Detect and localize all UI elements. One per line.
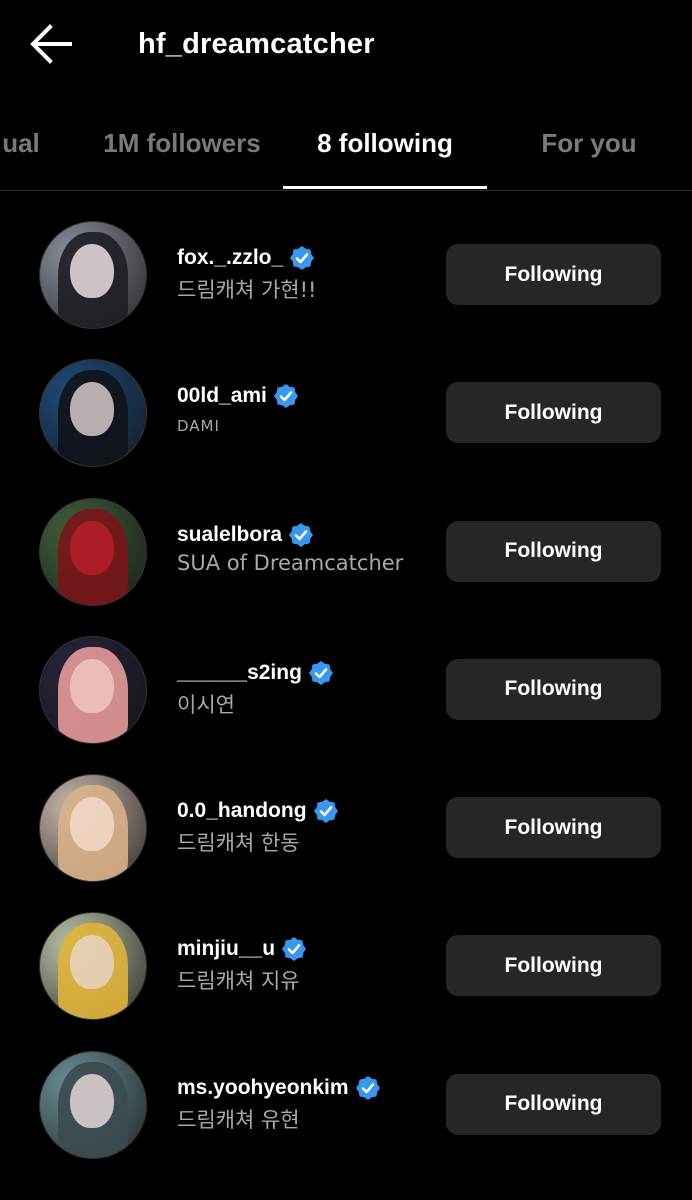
avatar-photo-face [70,244,114,298]
avatar-photo-face [70,520,114,575]
following-button[interactable]: Following [446,1073,661,1135]
avatar-photo-face [70,935,114,990]
list-item[interactable]: fox._.zzlo_ 드림캐쳐 가현!! Following [0,191,692,329]
list-item[interactable]: 00ld_ami DAMI Following [0,329,692,468]
avatar[interactable] [39,774,147,883]
username[interactable]: fox._.zzlo_ [177,246,283,270]
username-line: 0.0_handong [177,796,437,826]
verified-badge-icon [273,384,298,409]
following-button[interactable]: Following [446,658,661,720]
top-bar: hf_dreamcatcher [0,0,692,88]
username-line: minjiu__u [177,934,437,964]
list-item[interactable]: 0.0_handong 드림캐쳐 한동 Following [0,744,692,883]
avatar[interactable] [39,635,147,744]
following-button[interactable]: Following [446,244,661,305]
avatar-photo-face [70,1073,114,1128]
tab-bar: ual 1M followers 8 following For you [0,100,692,191]
username-line: 00ld_ami [177,381,437,411]
tab-following[interactable]: 8 following [283,100,487,188]
avatar[interactable] [39,912,147,1021]
username[interactable]: minjiu__u [177,937,275,961]
avatar[interactable] [39,497,147,606]
avatar-photo-face [70,658,114,713]
verified-badge-icon [290,246,315,270]
tab-followers[interactable]: 1M followers [86,100,278,188]
tab-mutual[interactable]: ual [0,100,52,188]
username[interactable]: 00ld_ami [177,384,267,408]
list-item[interactable]: minjiu__u 드림캐쳐 지유 Following [0,882,692,1021]
back-button[interactable] [26,22,82,66]
account-names: ______s2ing 이시연 [177,658,437,719]
username[interactable]: sualelbora [177,523,282,547]
username-line: ______s2ing [177,658,437,688]
tab-for-you[interactable]: For you [500,100,678,188]
username-line: fox._.zzlo_ [177,243,437,273]
username[interactable]: ______s2ing [177,661,302,685]
account-subtitle: 이시연 [177,692,235,717]
username-line: sualelbora [177,520,437,550]
following-button[interactable]: Following [446,382,661,444]
list-item[interactable]: ms.yoohyeonkim 드림캐쳐 유현 Following [0,1021,692,1159]
avatar-photo-face [70,382,114,437]
following-button[interactable]: Following [446,935,661,997]
username[interactable]: 0.0_handong [177,799,307,823]
username-line: ms.yoohyeonkim [177,1073,437,1103]
account-names: fox._.zzlo_ 드림캐쳐 가현!! [177,243,437,304]
account-subtitle: 드림캐쳐 가현!! [177,278,317,302]
avatar-photo-face [70,797,114,852]
account-subtitle: SUA of Dreamcatcher [177,550,404,575]
active-tab-indicator [283,186,487,189]
account-names: 0.0_handong 드림캐쳐 한동 [177,796,437,857]
account-names: minjiu__u 드림캐쳐 지유 [177,934,437,995]
verified-badge-icon [289,522,314,547]
list-item[interactable]: ______s2ing 이시연 Following [0,606,692,744]
account-names: ms.yoohyeonkim 드림캐쳐 유현 [177,1073,437,1134]
avatar[interactable] [39,359,147,468]
avatar[interactable] [39,221,147,329]
account-names: sualelbora SUA of Dreamcatcher [177,520,437,575]
verified-badge-icon [282,937,307,962]
following-list: fox._.zzlo_ 드림캐쳐 가현!! Following 00ld_ami DAM… [0,191,692,1159]
following-button[interactable]: Following [446,520,661,582]
account-subtitle: DAMI [177,417,220,436]
verified-badge-icon [355,1075,380,1100]
following-button[interactable]: Following [446,797,661,859]
account-subtitle: 드림캐쳐 한동 [177,831,300,856]
account-names: 00ld_ami DAMI [177,381,437,435]
avatar[interactable] [39,1050,147,1159]
account-subtitle: 드림캐쳐 지유 [177,969,300,994]
list-item[interactable]: sualelbora SUA of Dreamcatcher Following [0,468,692,606]
arrow-left-icon [30,24,72,64]
page-title: hf_dreamcatcher [138,28,375,60]
verified-badge-icon [308,660,333,685]
username[interactable]: ms.yoohyeonkim [177,1076,349,1100]
account-subtitle: 드림캐쳐 유현 [177,1107,300,1132]
verified-badge-icon [313,799,338,824]
